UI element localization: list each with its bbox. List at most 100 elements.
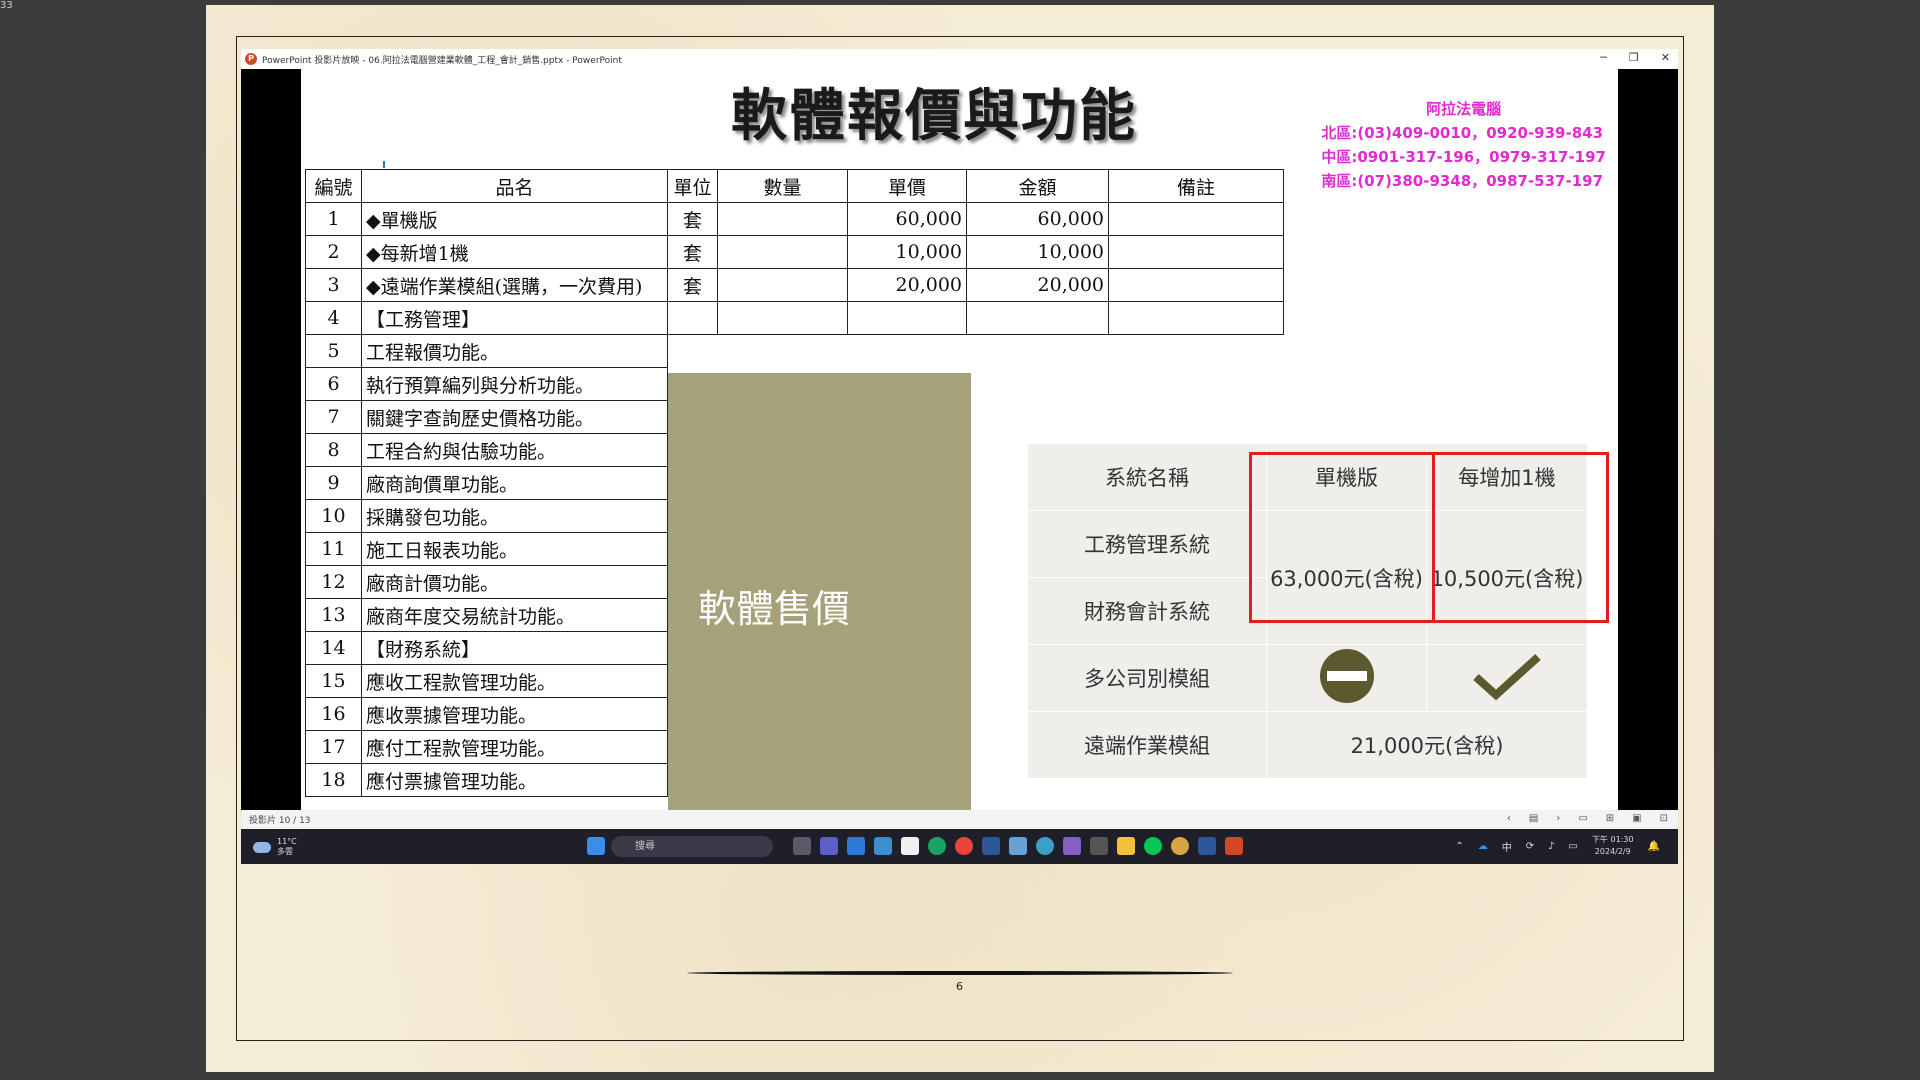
remote-desktop-icon[interactable] [982,837,1000,855]
onedrive-icon[interactable]: ☁ [1478,841,1488,852]
store-icon[interactable] [901,837,919,855]
checkmark-icon [1473,653,1541,700]
corner-page-label: 33 [0,0,13,11]
prev-slide-icon[interactable]: ‹ [1507,813,1511,824]
row-name: 工程報價功能。 [361,334,668,368]
network-status-icon[interactable]: ⟳ [1526,841,1534,852]
edge-icon[interactable] [928,837,946,855]
powerpoint-taskbar-icon[interactable] [1225,837,1243,855]
minus-circle-icon [1319,648,1374,703]
slide-sorter-icon[interactable]: ⊞ [1606,813,1614,824]
teams-icon[interactable] [820,837,838,855]
line-icon[interactable] [1144,837,1162,855]
row-amount: 10,000 [966,235,1109,269]
row-qty [717,202,848,236]
contact-info: 阿拉法電腦 北區:(03)409-0010，0920-939-843 中區:09… [1321,97,1606,193]
page-divider [687,971,1233,975]
highlight-box-single [1249,452,1435,623]
row-no: 10 [305,499,362,533]
table-row: 1 ◆單機版 套 60,000 60,000 [305,202,1284,236]
header-no: 編號 [305,169,362,203]
row-price: 60,000 [847,202,967,236]
chevron-up-icon[interactable]: ⌃ [1455,841,1463,852]
cloud-icon [253,841,271,853]
close-button[interactable]: ✕ [1661,51,1670,64]
header-name: 品名 [361,169,668,203]
comparison-row: 多公司別模組 [1027,644,1588,712]
word-icon[interactable] [1198,837,1216,855]
restore-button[interactable]: ❐ [1629,51,1639,64]
row-name: ◆單機版 [361,202,668,236]
photos-icon[interactable] [1009,837,1027,855]
visual-studio-icon[interactable] [1063,837,1081,855]
slideshow-icon[interactable]: ⊡ [1660,813,1668,824]
highlight-box-each-add [1432,452,1609,623]
weather-widget[interactable]: 11°C 多雲 [253,837,297,857]
row-name: 工程合約與估驗功能。 [361,433,668,467]
row-no: 11 [305,532,362,566]
contact-south: 南區:(07)380-9348，0987-537-197 [1321,172,1604,190]
table-row: 4 【工務管理】 [305,301,1284,335]
battery-icon[interactable]: ▭ [1568,841,1577,852]
row-name: 【工務管理】 [361,301,668,335]
row-name: ◆遠端作業模組(選購，一次費用) [361,268,668,302]
clock-date: 2024/2/9 [1594,847,1631,856]
row-remote-module: 遠端作業模組 [1027,711,1267,779]
slide[interactable]: 軟體報價與功能 阿拉法電腦 北區:(03)409-0010，0920-939-8… [301,69,1618,810]
clock[interactable]: 下午 01:30 2024/2/9 [1592,834,1634,858]
next-slide-icon[interactable]: › [1556,813,1560,824]
reading-view-icon[interactable]: ▣ [1632,813,1641,824]
row-no: 8 [305,433,362,467]
comparison-row: 遠端作業模組 21,000元(含稅) [1027,711,1588,779]
notification-icon[interactable]: 🔔 [1648,841,1660,852]
row-no: 3 [305,268,362,302]
app-icon[interactable] [1171,837,1189,855]
file-explorer-icon[interactable] [1117,837,1135,855]
header-amount: 金額 [966,169,1109,203]
row-no: 5 [305,334,362,368]
windows-start-icon[interactable] [587,837,605,855]
slide-title: 軟體報價與功能 [731,84,1137,149]
search-box[interactable]: 搜尋 [611,836,773,857]
row-name: 應付票據管理功能。 [361,763,668,797]
row-no: 12 [305,565,362,599]
row-works-system: 工務管理系統 [1027,510,1267,578]
row-name: 【財務系統】 [361,631,668,665]
window-titlebar: P PowerPoint 投影片放映 - 06.阿拉法電腦營建業軟體_工程_會計… [241,49,1678,69]
contact-north: 北區:(03)409-0010，0920-939-843 [1321,124,1604,142]
status-bar: 投影片 10 / 13 ‹ ▤ › ▭ ⊞ ▣ ⊡ [241,810,1678,829]
task-view-icon[interactable] [793,837,811,855]
normal-view-icon[interactable]: ▭ [1578,813,1587,824]
temperature: 11°C [277,837,297,846]
row-name: 執行預算編列與分析功能。 [361,367,668,401]
notepad-icon[interactable] [847,837,865,855]
table-header-row: 編號 品名 單位 數量 單價 金額 備註 [305,169,1284,203]
row-name: 施工日報表功能。 [361,532,668,566]
row-name: ◆每新增1機 [361,235,668,269]
row-no: 2 [305,235,362,269]
snipping-tool-icon[interactable] [1090,837,1108,855]
row-no: 13 [305,598,362,632]
multi-single-cell [1266,644,1427,712]
mail-icon[interactable] [874,837,892,855]
table-row: 5 工程報價功能。 [305,334,1284,368]
weather-condition: 多雲 [277,847,293,856]
row-no: 16 [305,697,362,731]
row-no: 14 [305,631,362,665]
chrome-icon[interactable] [955,837,973,855]
powerpoint-icon: P [245,53,257,65]
speaker-icon[interactable]: ♪ [1548,841,1554,852]
multi-each-cell [1426,644,1588,712]
row-name: 關鍵字查詢歷史價格功能。 [361,400,668,434]
row-unit: 套 [667,202,718,236]
col-system-name: 系統名稱 [1027,443,1267,511]
ime-indicator[interactable]: 中 [1502,839,1512,854]
slide-menu-icon[interactable]: ▤ [1529,813,1538,824]
row-amount [966,301,1109,335]
contact-central: 中區:0901-317-196，0979-317-197 [1321,148,1606,166]
row-note [1108,301,1284,335]
row-no: 6 [305,367,362,401]
network-icon[interactable] [1036,837,1054,855]
minimize-button[interactable]: ─ [1600,51,1607,64]
taskbar: 11°C 多雲 搜尋 ⌃ ☁ 中 ⟳ ♪ ▭ 下午 01:30 2024/2/9… [241,829,1678,864]
